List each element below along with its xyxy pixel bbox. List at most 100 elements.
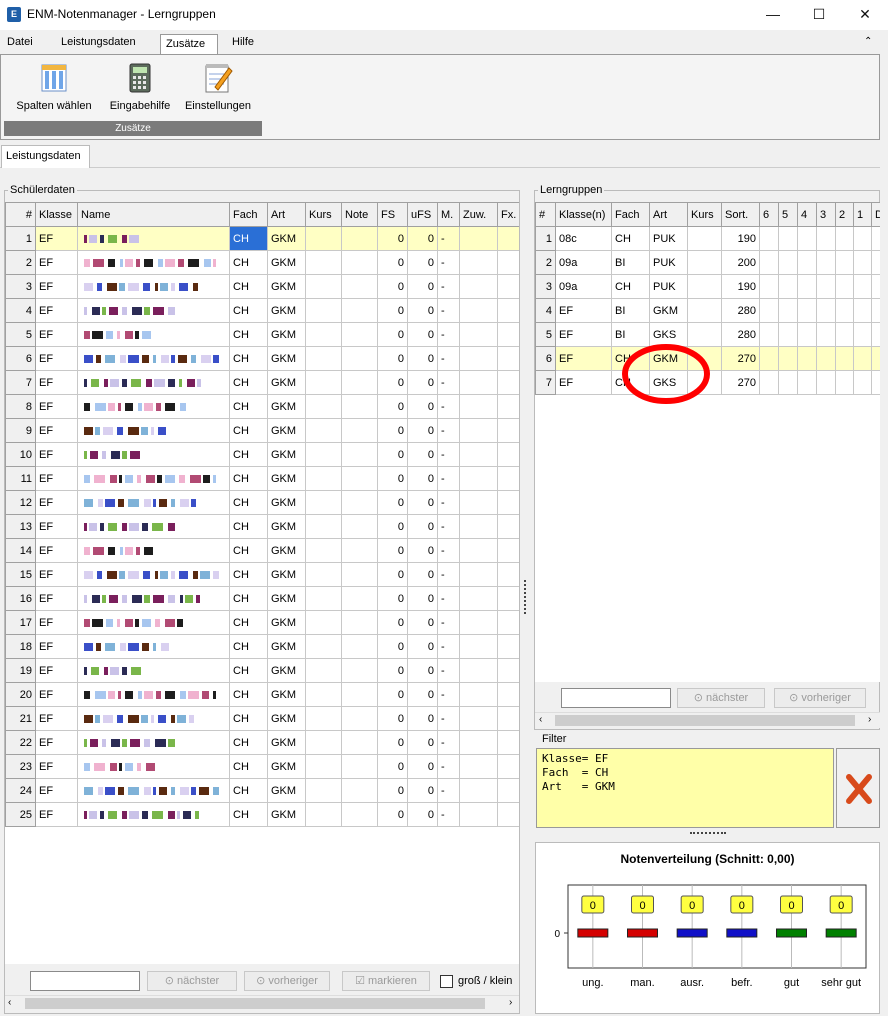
cell-art[interactable]: GKM xyxy=(267,682,306,707)
cell-mahnung[interactable]: - xyxy=(437,466,460,491)
cell-name[interactable] xyxy=(77,610,230,635)
cell-fx[interactable] xyxy=(497,754,519,779)
cell-art[interactable]: GKM xyxy=(267,250,306,275)
cell-fs[interactable]: 0 xyxy=(377,226,408,251)
row-number[interactable]: 15 xyxy=(5,562,36,587)
cell-klasse[interactable]: EF xyxy=(35,394,78,419)
cell-ufs[interactable]: 0 xyxy=(407,514,438,539)
cell-fach[interactable]: CH xyxy=(229,298,268,323)
cell-grade-count[interactable] xyxy=(871,274,880,299)
cell-art[interactable]: GKM xyxy=(267,490,306,515)
cell-sort[interactable]: 270 xyxy=(721,346,760,371)
cell-note[interactable] xyxy=(341,370,378,395)
cell-fs[interactable]: 0 xyxy=(377,538,408,563)
filter-splitter[interactable] xyxy=(690,832,726,835)
row-number[interactable]: 21 xyxy=(5,706,36,731)
cell-kurs[interactable] xyxy=(305,466,342,491)
cell-ufs[interactable]: 0 xyxy=(407,538,438,563)
cell-fx[interactable] xyxy=(497,346,519,371)
row-number[interactable]: 17 xyxy=(5,610,36,635)
cell-grade-count[interactable] xyxy=(778,298,798,323)
cell-fach[interactable]: CH xyxy=(229,538,268,563)
cell-name[interactable] xyxy=(77,538,230,563)
cell-ufs[interactable]: 0 xyxy=(407,802,438,827)
cell-art[interactable]: GKM xyxy=(649,298,688,323)
minimize-button[interactable]: — xyxy=(750,0,796,30)
cell-name[interactable] xyxy=(77,754,230,779)
cell-fach[interactable]: CH xyxy=(229,562,268,587)
cell-grade-count[interactable] xyxy=(835,274,854,299)
schueler-col-header[interactable]: # xyxy=(5,202,36,227)
cell-name[interactable] xyxy=(77,490,230,515)
cell-note[interactable] xyxy=(341,538,378,563)
schueler-col-header[interactable]: Fach xyxy=(229,202,268,227)
cell-klasse[interactable]: EF xyxy=(35,586,78,611)
cell-note[interactable] xyxy=(341,634,378,659)
lerngruppen-col-header[interactable]: Sort. xyxy=(721,202,760,227)
cell-fx[interactable] xyxy=(497,538,519,563)
row-number[interactable]: 20 xyxy=(5,682,36,707)
lerngruppen-col-header[interactable]: # xyxy=(535,202,556,227)
cell-grade-count[interactable] xyxy=(759,274,779,299)
collapse-ribbon-icon[interactable]: ⌃ xyxy=(864,36,872,47)
row-number[interactable]: 19 xyxy=(5,658,36,683)
lerngruppen-col-header[interactable]: D xyxy=(871,202,880,227)
cell-fach[interactable]: CH xyxy=(229,250,268,275)
cell-note[interactable] xyxy=(341,514,378,539)
table-row[interactable]: 14 EF CH GKM 0 0- xyxy=(5,538,519,563)
cell-art[interactable]: GKM xyxy=(267,778,306,803)
cell-art[interactable]: GKM xyxy=(267,298,306,323)
cell-ufs[interactable]: 0 xyxy=(407,682,438,707)
cell-ufs[interactable]: 0 xyxy=(407,706,438,731)
row-number[interactable]: 2 xyxy=(5,250,36,275)
cell-art[interactable]: GKM xyxy=(267,370,306,395)
cell-grade-count[interactable] xyxy=(816,298,836,323)
row-number[interactable]: 14 xyxy=(5,538,36,563)
cell-note[interactable] xyxy=(341,682,378,707)
cell-kurs[interactable] xyxy=(687,226,722,251)
cell-name[interactable] xyxy=(77,562,230,587)
gross-klein-checkbox[interactable] xyxy=(440,975,453,988)
cell-grade-count[interactable] xyxy=(759,322,779,347)
table-row[interactable]: 6 EF CH GKM 0 0- xyxy=(5,346,519,371)
cell-zuweisung[interactable] xyxy=(459,370,498,395)
cell-fx[interactable] xyxy=(497,490,519,515)
lerngruppen-col-header[interactable]: Kurs xyxy=(687,202,722,227)
cell-zuweisung[interactable] xyxy=(459,514,498,539)
cell-grade-count[interactable] xyxy=(835,226,854,251)
cell-grade-count[interactable] xyxy=(871,346,880,371)
cell-fach[interactable]: CH xyxy=(229,346,268,371)
cell-mahnung[interactable]: - xyxy=(437,682,460,707)
row-number[interactable]: 6 xyxy=(5,346,36,371)
cell-fx[interactable] xyxy=(497,730,519,755)
cell-mahnung[interactable]: - xyxy=(437,802,460,827)
schueler-grid[interactable]: # Klasse Name Fach Art Kurs Note FS uFS M. Zuw. Fx.… xyxy=(5,202,519,964)
cell-art[interactable]: GKM xyxy=(267,634,306,659)
cell-kurs[interactable] xyxy=(305,298,342,323)
cell-zuweisung[interactable] xyxy=(459,754,498,779)
cell-fach[interactable]: CH xyxy=(229,778,268,803)
cell-fs[interactable]: 0 xyxy=(377,754,408,779)
table-row[interactable]: 25 EF CH GKM 0 0- xyxy=(5,802,519,827)
cell-name[interactable] xyxy=(77,226,230,251)
close-button[interactable]: ✕ xyxy=(842,0,888,30)
table-row[interactable]: 2 EF CH GKM 0 0- xyxy=(5,250,519,275)
cell-art[interactable]: PUK xyxy=(649,274,688,299)
cell-kurs[interactable] xyxy=(305,610,342,635)
cell-kurs[interactable] xyxy=(305,562,342,587)
cell-grade-count[interactable] xyxy=(871,370,880,395)
cell-zuweisung[interactable] xyxy=(459,586,498,611)
cell-grade-count[interactable] xyxy=(835,298,854,323)
row-number[interactable]: 25 xyxy=(5,802,36,827)
cell-fx[interactable] xyxy=(497,274,519,299)
cell-klasse[interactable]: EF xyxy=(555,298,612,323)
cell-art[interactable]: GKM xyxy=(267,418,306,443)
row-number[interactable]: 4 xyxy=(5,298,36,323)
cell-grade-count[interactable] xyxy=(871,298,880,323)
cell-fs[interactable]: 0 xyxy=(377,562,408,587)
cell-zuweisung[interactable] xyxy=(459,442,498,467)
schueler-col-header[interactable]: Klasse xyxy=(35,202,78,227)
cell-zuweisung[interactable] xyxy=(459,418,498,443)
cell-klasse[interactable]: EF xyxy=(35,514,78,539)
cell-mahnung[interactable]: - xyxy=(437,562,460,587)
